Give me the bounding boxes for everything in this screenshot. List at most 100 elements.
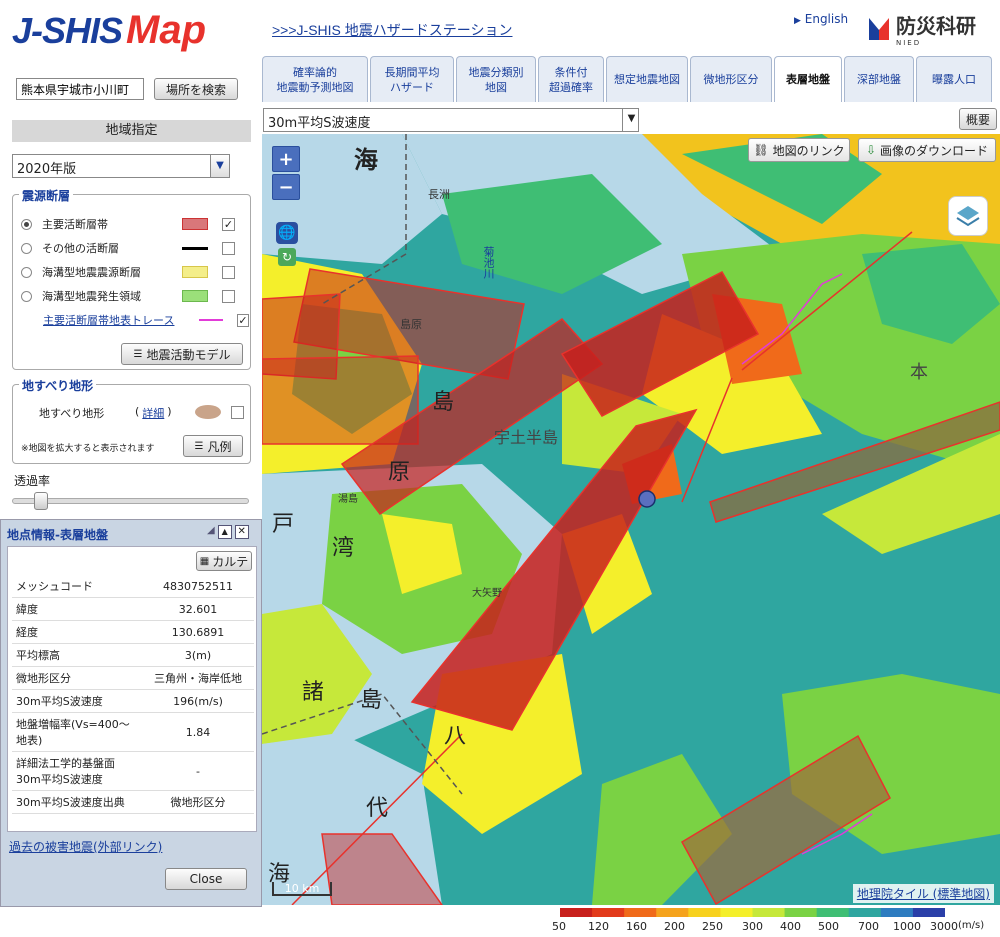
close-button[interactable]: Close xyxy=(165,868,247,890)
tab-6[interactable]: 微地形区分 xyxy=(690,56,772,102)
checkbox-trench-source[interactable] xyxy=(222,265,235,279)
seismic-model-button[interactable]: ☰ 地震活動モデル xyxy=(121,343,243,365)
logo-map-text: Map xyxy=(126,8,207,52)
map-label: 本 xyxy=(910,362,928,383)
hazard-station-link[interactable]: >>>J-SHIS 地震ハザードステーション xyxy=(272,20,512,40)
fault-row-trench-region: 海溝型地震発生領域 xyxy=(21,287,249,305)
radio-other-fault[interactable] xyxy=(21,242,32,254)
jshis-logo[interactable]: J-SHIS Map xyxy=(12,8,206,53)
nied-emblem-icon xyxy=(869,17,889,40)
landslide-note: ※地図を拡大すると表示されます xyxy=(21,444,155,454)
fault-trace-swatch xyxy=(199,319,223,321)
english-link[interactable]: ▶ English xyxy=(794,12,848,26)
download-arrow-icon: ⇩ xyxy=(865,143,877,157)
map-label: 長洲 xyxy=(428,188,450,201)
tab-label-line1: 地震分類別 xyxy=(468,65,524,79)
map-link-button[interactable]: ⛓ 地図のリンク xyxy=(748,138,850,162)
tab-label-line2: 地図 xyxy=(485,80,507,94)
tab-4[interactable]: 条件付 超過確率 xyxy=(538,56,604,102)
close-icon[interactable]: ✕ xyxy=(234,525,249,539)
info-panel-title: 地点情報-表層地盤 xyxy=(7,528,108,542)
map-link-label: 地図のリンク xyxy=(772,143,845,158)
colorbar-segment xyxy=(752,908,786,917)
zoom-in-button[interactable]: + xyxy=(272,146,300,172)
version-select[interactable]: 2020年版 xyxy=(12,154,230,178)
collapse-icon[interactable]: ▲ xyxy=(217,525,232,539)
panel-window-controls: ◢ ▲ ✕ xyxy=(207,525,249,539)
fault-label: 海溝型地震震源断層 xyxy=(42,266,141,279)
table-row: 30m平均S波速度 196(m/s) xyxy=(12,689,254,713)
landslide-detail-link[interactable]: 詳細 xyxy=(142,405,164,421)
radio-trench-source[interactable] xyxy=(21,266,32,278)
opacity-label: 透過率 xyxy=(14,474,51,488)
map-label: 戸 xyxy=(272,512,295,537)
map-label: 原 xyxy=(388,460,411,485)
colorbar-segment xyxy=(784,908,818,917)
major-fault-swatch xyxy=(182,218,208,230)
karte-button[interactable]: ▦ カルテ xyxy=(196,551,252,571)
tab-label-line1: 確率論的 xyxy=(293,65,337,79)
fault-trace-link[interactable]: 主要活断層帯地表トレース xyxy=(43,312,199,328)
vs30-colorbar xyxy=(560,908,945,917)
checkbox-trench-region[interactable] xyxy=(222,289,235,303)
overview-button[interactable]: 概要 xyxy=(959,108,997,130)
checkbox-major-fault[interactable]: ✓ xyxy=(222,217,235,231)
tab-7[interactable]: 表層地盤 xyxy=(774,56,842,102)
fault-label: その他の活断層 xyxy=(42,242,119,255)
tab-label-line1: 微地形区分 xyxy=(703,73,759,86)
image-download-button[interactable]: ⇩ 画像のダウンロード xyxy=(858,138,996,162)
refresh-icon[interactable]: ↻ xyxy=(278,248,296,266)
past-earthquakes-link[interactable]: 過去の被害地震(外部リンク) xyxy=(9,838,162,855)
layers-icon[interactable] xyxy=(948,196,988,236)
chevron-down-icon[interactable]: ▼ xyxy=(210,154,230,178)
colorbar-segment xyxy=(688,908,721,917)
landslide-panel: 地すべり地形 地すべり地形 ( 詳細 ) ※地図を拡大すると表示されます ☰ 凡… xyxy=(12,377,251,464)
info-value: 196(m/s) xyxy=(142,689,254,713)
table-row: 緯度 32.601 xyxy=(12,597,254,621)
colorbar-unit: (m/s) xyxy=(958,920,985,931)
radio-major-fault[interactable] xyxy=(21,218,32,230)
tab-2[interactable]: 長期間平均 ハザード xyxy=(370,56,454,102)
colorbar-tick-label: 50 xyxy=(552,920,566,933)
tab-label-line2: 地震動予測地図 xyxy=(276,80,354,94)
tab-5[interactable]: 想定地震地図 xyxy=(606,56,688,102)
tab-1[interactable]: 確率論的 地震動予測地図 xyxy=(262,56,368,102)
english-label: English xyxy=(804,12,849,26)
tab-9[interactable]: 曝露人口 xyxy=(916,56,992,102)
legend-button[interactable]: ☰ 凡例 xyxy=(183,435,243,457)
landslide-swatch xyxy=(195,405,221,419)
colorbar-tick-label: 300 xyxy=(742,920,763,933)
triangle-right-icon: ▶ xyxy=(794,16,801,26)
location-search-input[interactable] xyxy=(16,78,144,100)
tab-8[interactable]: 深部地盤 xyxy=(844,56,914,102)
info-key: メッシュコード xyxy=(12,575,142,598)
globe-icon[interactable]: 🌐 xyxy=(276,222,298,244)
info-value: 三角州・海岸低地 xyxy=(142,666,254,690)
map-label: 湯島 xyxy=(338,494,358,505)
fault-row-trench-source: 海溝型地震震源断層 xyxy=(21,263,249,281)
colorbar-tick-label: 400 xyxy=(780,920,801,933)
checkbox-landslide[interactable] xyxy=(231,406,244,419)
colorbar-segment xyxy=(560,908,593,917)
map-label: 海 xyxy=(354,146,378,174)
colorbar-segment xyxy=(624,908,657,917)
map-layer-select[interactable]: 30m平均S波速度 xyxy=(263,108,639,132)
map-label: 菊池川 xyxy=(482,246,495,279)
opacity-slider-thumb[interactable] xyxy=(34,492,49,510)
radio-trench-region[interactable] xyxy=(21,290,32,302)
zoom-out-button[interactable]: − xyxy=(272,174,300,200)
hazard-map[interactable]: + − 🌐 ↻ ⛓ 地図のリンク ⇩ 画像のダウンロード 海 島 原 湾 諸 島… xyxy=(262,134,1000,905)
info-key: 30m平均S波速度 xyxy=(12,689,142,713)
map-label: 島原 xyxy=(400,318,422,331)
map-scale-bar: 10 km xyxy=(272,882,332,896)
chevron-down-icon[interactable]: ▼ xyxy=(622,108,640,132)
attribution-link[interactable]: 地理院タイル (標準地図) xyxy=(852,884,994,903)
tab-3[interactable]: 地震分類別 地図 xyxy=(456,56,536,102)
colorbar-segment xyxy=(912,908,945,917)
region-header: 地域指定 xyxy=(12,120,251,142)
checkbox-fault-trace[interactable]: ✓ xyxy=(236,313,249,327)
map-label: 宇土半島 xyxy=(494,428,559,447)
resize-icon[interactable]: ◢ xyxy=(207,525,215,539)
checkbox-other-fault[interactable] xyxy=(222,241,235,255)
search-location-button[interactable]: 場所を検索 xyxy=(154,78,238,100)
